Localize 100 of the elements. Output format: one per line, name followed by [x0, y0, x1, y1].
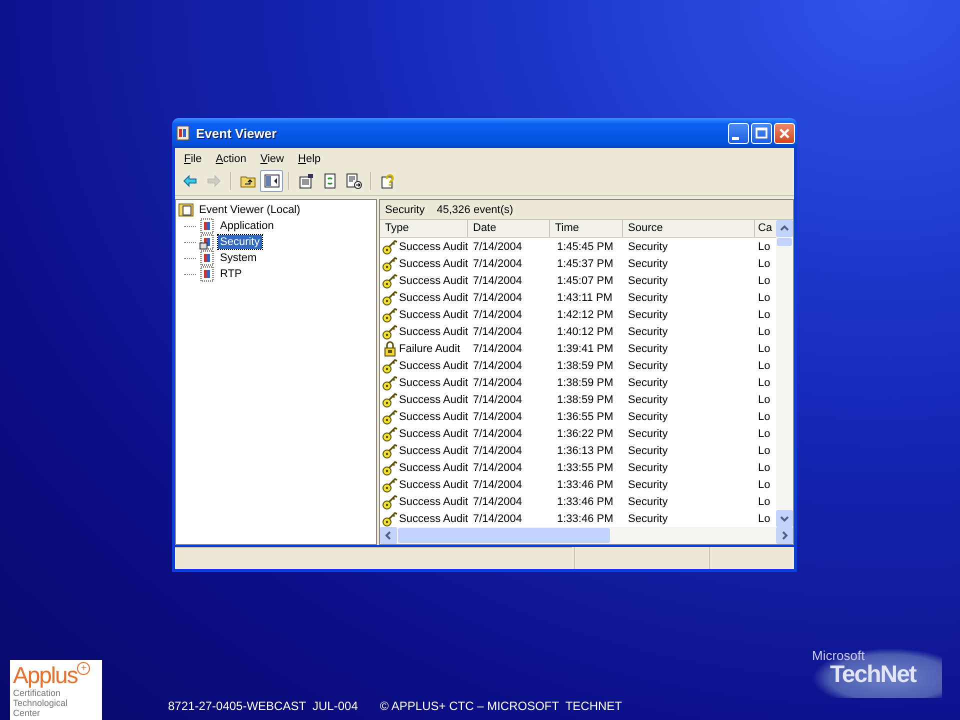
- table-cell-text: 7/14/2004: [472, 292, 523, 304]
- table-cell-text: Lo: [757, 462, 772, 474]
- table-cell-text: 1:40:12 PM: [556, 326, 614, 338]
- menu-item[interactable]: Help: [291, 152, 328, 166]
- table-cell-text: 1:43:11 PM: [556, 292, 614, 304]
- table-cell-text: 7/14/2004: [472, 462, 523, 474]
- maximize-button[interactable]: [751, 122, 772, 144]
- table-cell-text: 1:38:59 PM: [556, 394, 614, 406]
- table-cell-text: Security: [627, 258, 669, 270]
- table-cell-text: Lo: [757, 240, 772, 252]
- table-cell: Success Audit: [399, 428, 468, 440]
- table-cell-text: Lo: [757, 342, 772, 354]
- table-cell-text: Security: [627, 292, 669, 304]
- table-cell-text: Security: [627, 308, 669, 320]
- table-cell-text: Security: [627, 478, 669, 490]
- table-cell-text: Lo: [757, 326, 772, 338]
- table-cell-text: Lo: [757, 376, 772, 388]
- table-cell: Success Audit: [399, 462, 468, 474]
- footer-copyright: © APPLUS+ CTC – MICROSOFT TECHNET: [380, 699, 622, 713]
- table-cell: Success Audit: [399, 258, 468, 270]
- arrow-icon: [206, 173, 222, 189]
- logo-text: Applus: [13, 662, 78, 688]
- scroll-thumb[interactable]: [398, 528, 610, 543]
- table-cell-text: Lo: [757, 308, 772, 320]
- table-cell: Success Audit: [399, 376, 468, 388]
- table-cell-text: 7/14/2004: [472, 342, 523, 354]
- table-cell-text: Lo: [757, 512, 772, 524]
- minimize-button[interactable]: [728, 122, 749, 144]
- table-cell-text: Security: [627, 360, 669, 372]
- export-list-icon: [346, 173, 362, 189]
- window-title: Event Viewer: [196, 126, 278, 140]
- table-cell-text: Security: [627, 410, 669, 422]
- minimize-icon: [732, 136, 739, 140]
- tree-item[interactable]: RTP: [218, 267, 244, 281]
- table-cell-text: 1:39:41 PM: [556, 342, 614, 354]
- table-cell-text: Security: [627, 394, 669, 406]
- table-cell-text: Lo: [757, 274, 772, 286]
- table-cell-text: 1:42:12 PM: [556, 308, 614, 320]
- horizontal-scrollbar[interactable]: [380, 527, 793, 544]
- table-cell: Success Audit: [399, 240, 468, 252]
- computer-log-icon: [178, 202, 194, 218]
- menu-item[interactable]: File: [177, 152, 209, 166]
- column-header[interactable]: Ca: [755, 220, 776, 237]
- document-icon: [298, 173, 314, 189]
- table-cell-text: 1:45:37 PM: [556, 258, 614, 270]
- table-cell-text: 7/14/2004: [472, 240, 523, 252]
- table-cell-text: Security: [627, 512, 669, 524]
- table-cell-text: Lo: [757, 292, 772, 304]
- pane-icon: [264, 173, 280, 189]
- table-cell-text: Security: [627, 274, 669, 286]
- log-icon: [199, 266, 215, 282]
- tree-item[interactable]: Application: [218, 219, 276, 233]
- scroll-thumb[interactable]: [777, 238, 792, 246]
- table-cell-text: 7/14/2004: [472, 376, 523, 388]
- logo-caption: Certification Technological Center: [13, 688, 69, 718]
- table-cell-text: Lo: [757, 428, 772, 440]
- table-cell: Success Audit: [399, 394, 468, 406]
- table-cell: Success Audit: [399, 444, 468, 456]
- table-cell-text: 7/14/2004: [472, 444, 523, 456]
- table-cell: Success Audit: [399, 512, 468, 524]
- table-cell-text: Lo: [757, 360, 772, 372]
- table-cell-text: Lo: [757, 478, 772, 490]
- table-cell-text: 7/14/2004: [472, 326, 523, 338]
- table-cell-text: Security: [627, 444, 669, 456]
- table-cell: Success Audit: [399, 292, 468, 304]
- table-cell: Failure Audit: [399, 342, 460, 354]
- plus-badge: +: [77, 662, 90, 675]
- table-cell-text: 7/14/2004: [472, 410, 523, 422]
- table-cell-text: 1:33:55 PM: [556, 462, 614, 474]
- table-cell-text: Security: [627, 342, 669, 354]
- arrow-icon: [182, 173, 198, 189]
- tree-item[interactable]: Security: [218, 235, 262, 249]
- table-cell-text: Lo: [757, 496, 772, 508]
- table-cell-text: 7/14/2004: [472, 496, 523, 508]
- tree-tool-button[interactable]: [260, 170, 283, 192]
- log-icon: [199, 250, 215, 266]
- vertical-scrollbar[interactable]: [776, 220, 793, 527]
- refresh-icon: [322, 173, 338, 189]
- column-header[interactable]: Time: [550, 220, 623, 237]
- menu-item[interactable]: Action: [208, 152, 254, 166]
- tree-item[interactable]: System: [218, 251, 259, 265]
- table-cell-text: 1:38:59 PM: [556, 360, 614, 372]
- menu-item[interactable]: View: [253, 152, 291, 166]
- help-icon: [380, 173, 396, 189]
- table-cell-text: 7/14/2004: [472, 394, 523, 406]
- event-count: 45,326 event(s): [436, 204, 514, 216]
- column-header[interactable]: Source: [623, 220, 755, 237]
- table-cell-text: 1:45:45 PM: [556, 240, 614, 252]
- table-cell-text: Security: [627, 496, 669, 508]
- column-header[interactable]: Type: [380, 220, 468, 237]
- tree-item[interactable]: Event Viewer (Local): [197, 203, 302, 217]
- table-cell-text: 7/14/2004: [472, 274, 523, 286]
- table-cell-text: Lo: [757, 410, 772, 422]
- table-cell-text: 1:45:07 PM: [556, 274, 614, 286]
- log-name: Security: [385, 204, 425, 216]
- table-cell: Success Audit: [399, 274, 468, 286]
- column-header[interactable]: Date: [468, 220, 550, 237]
- table-cell-text: Security: [627, 240, 669, 252]
- close-button[interactable]: [774, 122, 795, 144]
- log-icon: [199, 218, 215, 234]
